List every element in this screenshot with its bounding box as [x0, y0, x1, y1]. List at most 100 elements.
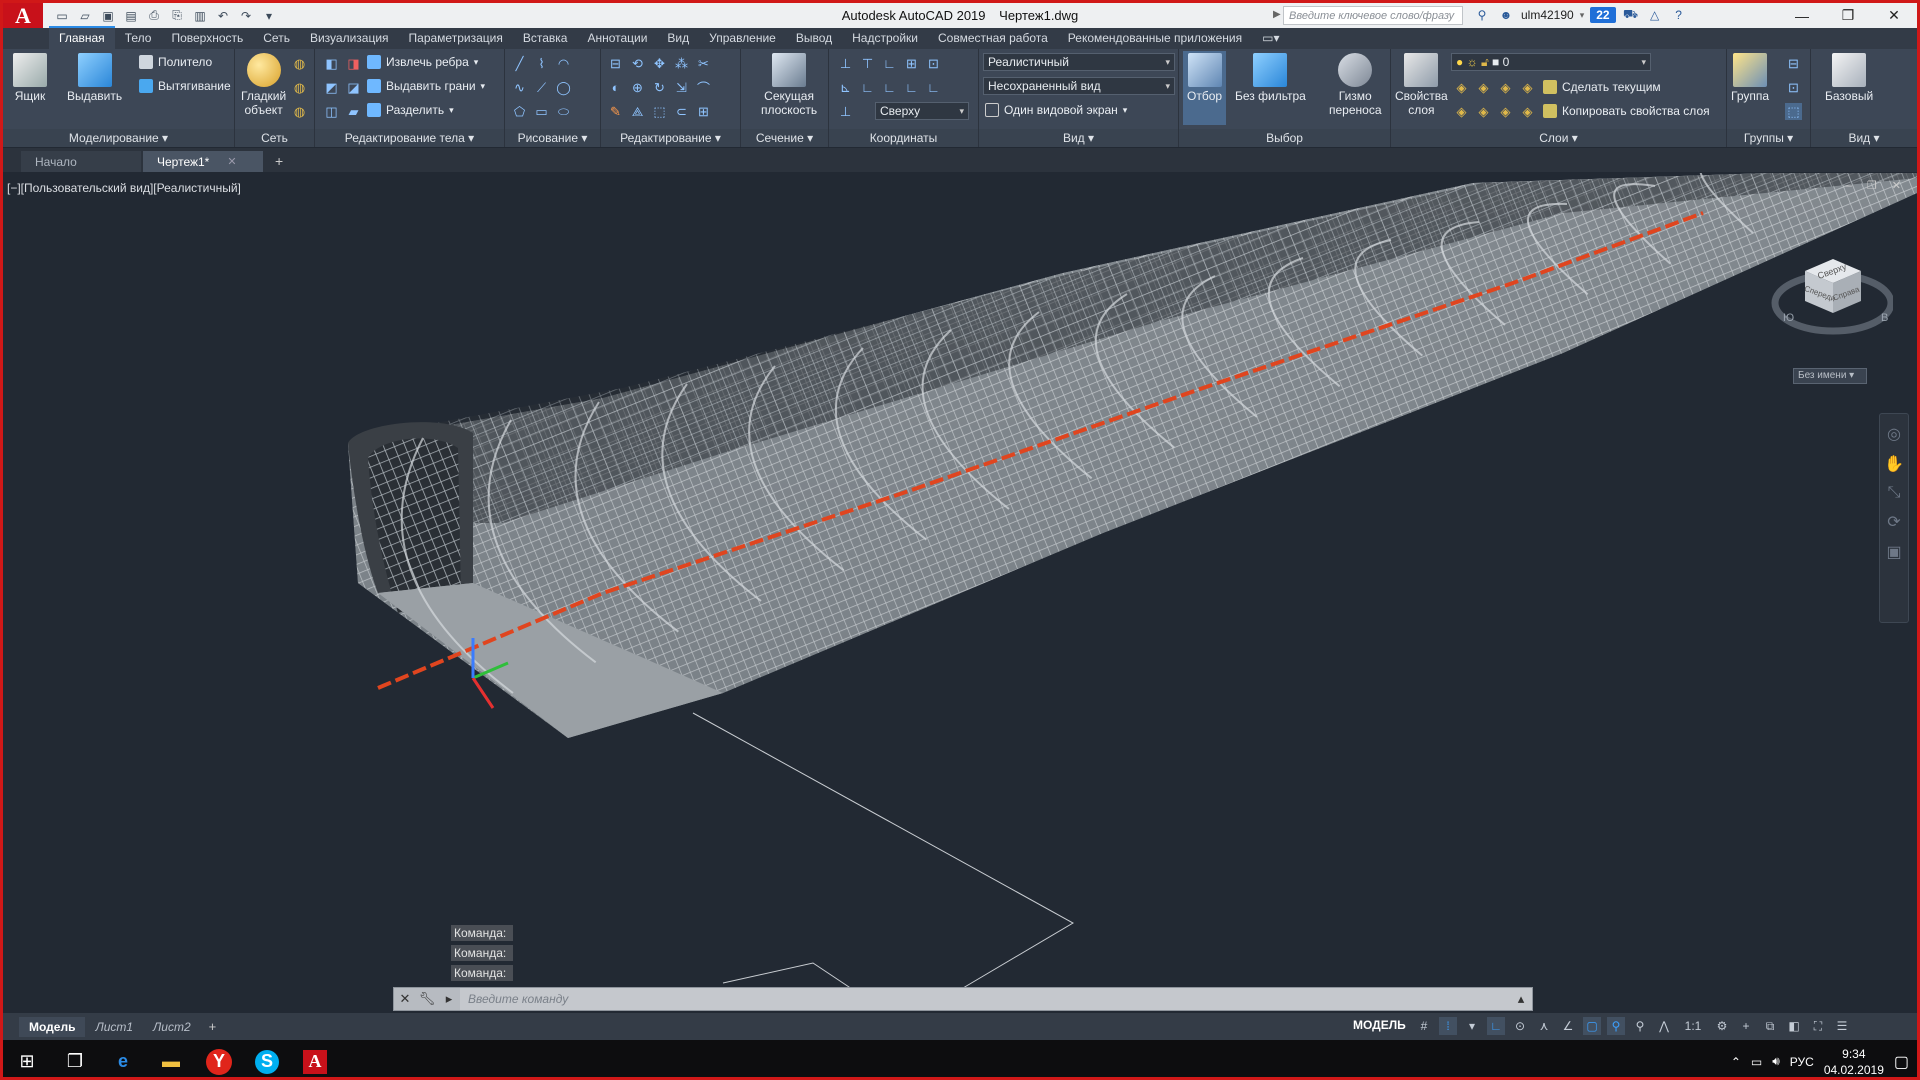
pan-icon[interactable]: ✋ — [1884, 454, 1904, 474]
panel-title-section[interactable]: Сечение ▾ — [741, 129, 828, 147]
close-icon[interactable]: ✕ — [1871, 3, 1917, 28]
ucs-face-icon[interactable]: ⊾ — [837, 79, 854, 96]
tunnel-model[interactable] — [3, 173, 1917, 1013]
ortho-icon[interactable]: ∟ — [1487, 1017, 1505, 1035]
layer-thaw-all-icon[interactable]: ◈ — [1497, 103, 1514, 120]
polyline-icon[interactable]: ⌇ — [533, 55, 550, 72]
visual-style-combo[interactable]: Реалистичный ▾ — [983, 53, 1175, 71]
undo-icon[interactable]: ↶ — [214, 8, 232, 24]
workspace-gear-icon[interactable]: ⚙ — [1713, 1017, 1731, 1035]
panel-title-coordinates[interactable]: Координаты — [829, 129, 978, 147]
network-icon[interactable]: ▭ — [1751, 1055, 1762, 1069]
saved-view-combo[interactable]: Несохраненный вид ▾ — [983, 77, 1175, 95]
binoculars-icon[interactable]: ⚲ — [1473, 6, 1491, 24]
layer-unlock-icon[interactable]: ◈ — [1519, 103, 1536, 120]
ribbon-tab[interactable]: Вставка — [513, 28, 578, 49]
interfere-icon[interactable]: ◫ — [323, 103, 340, 120]
ribbon-tab[interactable]: Совместная работа — [928, 28, 1058, 49]
file-explorer-icon[interactable]: ▬ — [147, 1040, 195, 1077]
no-filter-button[interactable]: Без фильтра — [1235, 53, 1306, 103]
layer-isolate-icon[interactable]: ◈ — [1475, 79, 1492, 96]
ribbon-tab[interactable]: Поверхность — [161, 28, 253, 49]
ucs-world-icon[interactable]: ⊤ — [859, 55, 876, 72]
rotate-icon[interactable]: ↻ — [651, 79, 668, 96]
model-space-toggle[interactable]: МОДЕЛЬ — [1353, 1018, 1406, 1032]
add-layout-icon[interactable]: + — [201, 1019, 225, 1034]
input-language[interactable]: РУС — [1790, 1055, 1814, 1069]
isolate-objects-icon[interactable]: ◧ — [1785, 1017, 1803, 1035]
subtract-icon[interactable]: ◨ — [345, 55, 362, 72]
panel-title-mesh[interactable]: Сеть — [235, 129, 314, 147]
mesh-primitive-icon[interactable]: ◍ — [291, 55, 308, 72]
viewport-config-button[interactable]: Один видовой экран ▾ — [985, 103, 1127, 117]
layer-on-all-icon[interactable]: ◈ — [1453, 103, 1470, 120]
grid-icon[interactable]: # — [1415, 1017, 1433, 1035]
ucs-3point-icon[interactable]: ∟ — [881, 55, 898, 72]
ribbon-tab[interactable]: Визуализация — [300, 28, 399, 49]
polar-icon[interactable]: ⊙ — [1511, 1017, 1529, 1035]
annotation-scale-value[interactable]: 1:1 — [1679, 1017, 1707, 1035]
layout-tab-sheet1[interactable]: Лист1 — [85, 1017, 143, 1037]
connect-icon[interactable]: △ — [1646, 6, 1664, 24]
erase-icon[interactable]: ✎ — [607, 103, 624, 120]
compass-east-label[interactable]: В — [1881, 312, 1888, 324]
units-icon[interactable]: ⧉ — [1761, 1017, 1779, 1035]
close-tab-icon[interactable]: ✕ — [227, 155, 236, 168]
isodraft-icon[interactable]: ⋏ — [1535, 1017, 1553, 1035]
annotation-visibility-icon[interactable]: ⚲ — [1607, 1017, 1625, 1035]
ribbon-tab[interactable]: Вывод — [786, 28, 842, 49]
task-view-icon[interactable]: ❐ — [51, 1040, 99, 1077]
panel-title-layers[interactable]: Слои ▾ — [1391, 129, 1726, 147]
showmotion-icon[interactable]: ▣ — [1886, 542, 1901, 562]
panel-title-selection[interactable]: Выбор — [1179, 129, 1390, 147]
command-customize-icon[interactable]: 🔧︎ — [416, 988, 438, 1010]
compass-south-label[interactable]: Ю — [1783, 312, 1794, 324]
save-as-icon[interactable]: ▤ — [122, 8, 140, 24]
windows-start-icon[interactable]: ⊞ — [3, 1040, 51, 1077]
layer-unisolate-icon[interactable]: ◈ — [1475, 103, 1492, 120]
print-icon[interactable]: ▥ — [191, 8, 209, 24]
ribbon-minimize-icon[interactable]: ▭▾ — [1252, 28, 1289, 49]
union-icon[interactable]: ◧ — [323, 55, 340, 72]
move-icon[interactable]: ✥ — [651, 55, 668, 72]
polygon-icon[interactable]: ⬠ — [511, 103, 528, 120]
section-plane-button[interactable]: Секущая плоскость — [761, 53, 817, 117]
group-button[interactable]: Группа — [1731, 53, 1769, 103]
fillet-icon[interactable]: ⌒ — [695, 79, 712, 96]
ungroup-icon[interactable]: ⊟ — [1785, 55, 1802, 72]
ucs-named-icon[interactable]: ⊥ — [837, 103, 854, 120]
move-gizmo-button[interactable]: Гизмо переноса — [1329, 53, 1382, 117]
command-close-icon[interactable]: ✕ — [394, 988, 416, 1010]
ribbon-tab[interactable]: Аннотации — [577, 28, 657, 49]
trim-icon[interactable]: ✂ — [695, 55, 712, 72]
base-view-button[interactable]: Базовый — [1825, 53, 1873, 103]
box-button[interactable]: Ящик — [13, 53, 47, 103]
snap-dropdown-icon[interactable]: ▾ — [1463, 1017, 1481, 1035]
loft-button[interactable]: Вытягивание — [139, 79, 231, 93]
circle-icon[interactable]: ◯ — [555, 79, 572, 96]
user-dropdown-icon[interactable]: ▾ — [1580, 10, 1585, 21]
command-input[interactable]: Введите команду — [460, 992, 1510, 1006]
array-icon[interactable]: ⊞ — [695, 103, 712, 120]
ucs-z-icon[interactable]: ∟ — [903, 79, 920, 96]
offset-icon[interactable]: ⊂ — [673, 103, 690, 120]
extrude-button[interactable]: Выдавить — [67, 53, 122, 103]
viewport-label[interactable]: [−][Пользовательский вид][Реалистичный] — [7, 181, 241, 195]
action-center-icon[interactable]: ▢ — [1894, 1052, 1909, 1072]
layer-combo[interactable]: ● ☼ 🔓︎ ■ 0 ▾ — [1451, 53, 1651, 71]
annotation-monitor-icon[interactable]: + — [1737, 1017, 1755, 1035]
scale-icon[interactable]: ⇲ — [673, 79, 690, 96]
panel-title-groups[interactable]: Группы ▾ — [1727, 129, 1810, 147]
store-cart-icon[interactable]: ⛟ — [1622, 6, 1640, 24]
viewport-window-controls[interactable]: – ❐ ✕ — [1846, 179, 1907, 192]
ellipse-icon[interactable]: ⬭ — [555, 103, 572, 120]
panel-title-view[interactable]: Вид ▾ — [979, 129, 1178, 147]
ucs-menu[interactable]: Без имени ▾ — [1793, 368, 1867, 384]
publish-icon[interactable]: ⎙ — [145, 8, 163, 24]
layout-tab-model[interactable]: Модель — [19, 1016, 86, 1037]
ribbon-tab[interactable]: Сеть — [253, 28, 300, 49]
ucs-icon[interactable]: ⊥ — [837, 55, 854, 72]
stretch-icon[interactable]: ⬚ — [651, 103, 668, 120]
file-tab-start[interactable]: Начало — [21, 151, 141, 172]
ribbon-tab[interactable]: Надстройки — [842, 28, 928, 49]
